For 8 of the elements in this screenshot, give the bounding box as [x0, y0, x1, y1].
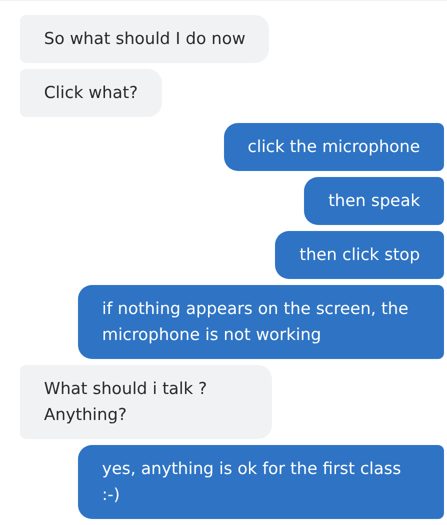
message-bubble: click the microphone [224, 123, 444, 171]
message-bubble: then click stop [275, 231, 444, 279]
message-bubble: then speak [304, 177, 444, 225]
message-bubble: if nothing appears on the screen, the microphone is not working [78, 285, 444, 359]
message-bubble: So what should I do now [20, 15, 270, 63]
message-bubble: Click what? [20, 69, 162, 117]
message-bubble: yes, anything is ok for the first class :-) [78, 445, 444, 519]
message-bubble: What should i talk ? Anything? [20, 365, 272, 439]
